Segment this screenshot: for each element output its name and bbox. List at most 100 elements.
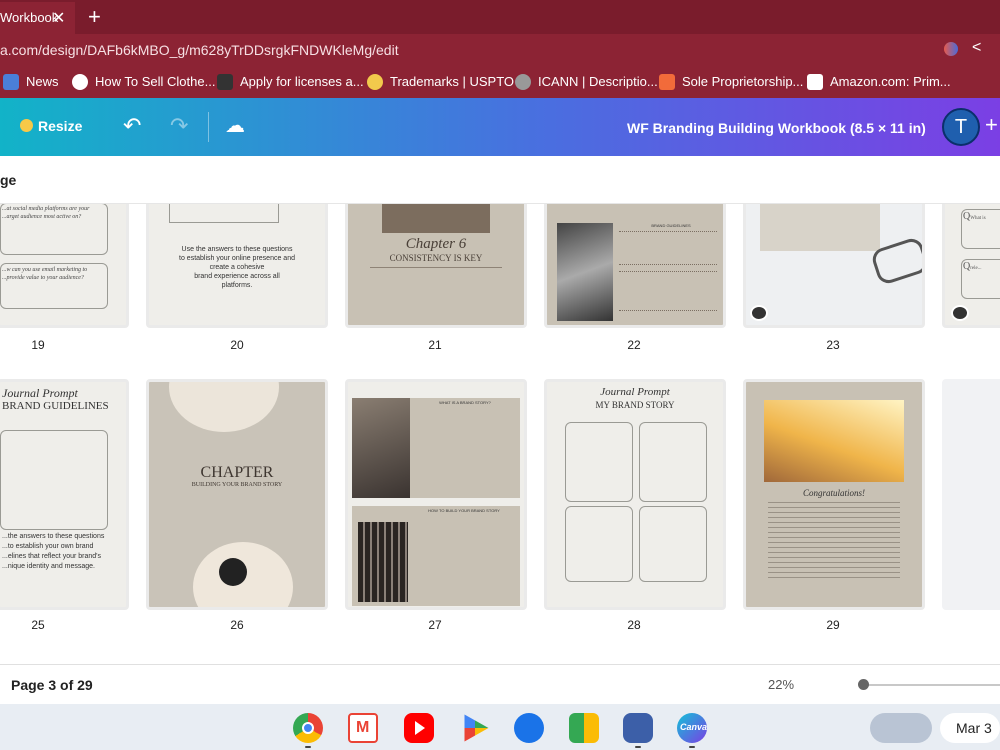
bookmark-icann[interactable]: ICANN | Descriptio...: [538, 74, 658, 89]
page-thumbnail-28[interactable]: Journal Prompt MY BRAND STORY: [544, 379, 726, 610]
redo-icon[interactable]: ↷: [170, 113, 188, 139]
close-tab-icon[interactable]: ✕: [52, 8, 65, 28]
page-number: 23: [826, 338, 840, 352]
bookmark-favicon-icon: [72, 74, 88, 90]
page-text: What is: [970, 216, 986, 221]
page-thumbnail-26[interactable]: CHAPTER BUILDING YOUR BRAND STORY: [146, 379, 328, 610]
bookmark-favicon-icon: [217, 74, 233, 90]
zoom-level[interactable]: 22%: [768, 677, 794, 692]
journal-title: Journal Prompt: [600, 386, 670, 398]
bookmark-licenses[interactable]: Apply for licenses a...: [240, 74, 364, 89]
page-text: ...arget audience most active on?: [2, 214, 82, 220]
page-number: 28: [627, 618, 641, 632]
bookmark-favicon-icon: [659, 74, 675, 90]
page-thumbnail-23[interactable]: [743, 204, 925, 328]
page-number: 25: [31, 618, 45, 632]
share-icon[interactable]: <: [972, 39, 981, 57]
page-text: ...to establish your own brand: [2, 543, 94, 550]
os-shelf: M Canva Mar 3: [0, 704, 1000, 750]
page-indicator[interactable]: Page 3 of 29: [11, 677, 93, 693]
page-header-label: ge: [0, 172, 17, 188]
bookmark-news[interactable]: News: [26, 74, 59, 89]
bookmarks-bar: News How To Sell Clothe... Apply for lic…: [0, 66, 1000, 98]
browser-tab-bar: Workbook ✕ +: [0, 0, 1000, 34]
bookmark-favicon-icon: [515, 74, 531, 90]
journal-subtitle: BRAND GUIDELINES: [2, 400, 109, 412]
browser-tab[interactable]: Workbook ✕: [0, 2, 75, 34]
play-store-icon[interactable]: [464, 714, 489, 742]
page-text: ...at social media platforms are your: [2, 206, 90, 212]
photos-icon[interactable]: [623, 713, 653, 743]
avatar[interactable]: T: [942, 108, 980, 146]
resize-button[interactable]: Resize: [20, 118, 82, 134]
comment-icon[interactable]: [951, 305, 969, 321]
page-text: Use the answers to these questions: [181, 246, 293, 253]
page-thumbnail-27[interactable]: WHAT IS A BRAND STORY? HOW TO BUILD YOUR…: [345, 379, 527, 610]
page-thumbnail-21[interactable]: Chapter 6 CONSISTENCY IS KEY: [345, 204, 527, 328]
page-thumbnail-19[interactable]: ...at social media platforms are your ..…: [0, 204, 129, 328]
page-text: create a cohesive: [209, 264, 265, 271]
page-number: 22: [627, 338, 641, 352]
editor-toolbar: Resize ↶ ↷ ☁ WF Branding Building Workbo…: [0, 98, 1000, 156]
chapter-subtitle: CONSISTENCY IS KEY: [389, 253, 483, 263]
holding-space-tray[interactable]: [870, 713, 932, 743]
url-text[interactable]: a.com/design/DAFb6kMBO_g/m628yTrDDsrgkFN…: [0, 42, 399, 58]
page-thumbnail-20[interactable]: Use the answers to these questions to es…: [146, 204, 328, 328]
journal-title: Journal Prompt: [2, 386, 78, 400]
page-text: brand experience across all: [194, 273, 280, 280]
extension-icon[interactable]: [944, 42, 958, 56]
zoom-slider-handle[interactable]: [858, 679, 869, 690]
bookmark-uspto[interactable]: Trademarks | USPTO: [390, 74, 514, 89]
zoom-slider[interactable]: [862, 684, 1000, 686]
page-header: ge: [0, 156, 1000, 204]
journal-subtitle: MY BRAND STORY: [595, 400, 675, 410]
page-text: ...provide value to your audience?: [2, 275, 84, 281]
page-text: ...nique identity and message.: [2, 563, 96, 570]
page-thumbnail-25[interactable]: Journal Prompt BRAND GUIDELINES ...the a…: [0, 379, 129, 610]
canva-icon[interactable]: Canva: [677, 713, 707, 743]
messages-icon[interactable]: [514, 713, 544, 743]
new-tab-icon[interactable]: +: [88, 4, 101, 30]
crown-icon: [20, 119, 33, 132]
youtube-icon[interactable]: [404, 713, 434, 743]
chrome-icon[interactable]: [293, 713, 323, 743]
chapter-title: CHAPTER: [200, 464, 274, 481]
page-heading: HOW TO BUILD YOUR BRAND STORY: [428, 508, 500, 513]
amazon-icon: [807, 74, 823, 90]
editor-footer: Page 3 of 29 22%: [0, 664, 1000, 704]
page-text: ...w can you use email marketing to: [2, 267, 88, 273]
chapter-subtitle: BUILDING YOUR BRAND STORY: [191, 482, 283, 488]
bookmark-sole-proprietorship[interactable]: Sole Proprietorship...: [682, 74, 803, 89]
page-number: 21: [428, 338, 442, 352]
page-thumbnail-22[interactable]: BRAND GUIDELINES: [544, 204, 726, 328]
add-collaborator-icon[interactable]: +: [985, 112, 998, 138]
date-display[interactable]: Mar 3: [940, 713, 1000, 743]
active-indicator: [635, 746, 641, 748]
add-page-placeholder[interactable]: [942, 379, 1000, 610]
resize-label: Resize: [38, 118, 83, 134]
page-text: to establish your online presence and: [179, 255, 295, 262]
gmail-icon[interactable]: M: [348, 713, 378, 743]
active-indicator: [689, 746, 695, 748]
page-heading: Congratulations!: [802, 488, 865, 498]
page-text: ...elines that reflect your brand's: [2, 553, 101, 560]
bookmark-sell-clothes[interactable]: How To Sell Clothe...: [95, 74, 215, 89]
toolbar-divider: [208, 112, 209, 142]
page-text: ...the answers to these questions: [2, 533, 105, 540]
document-title[interactable]: WF Branding Building Workbook (8.5 × 11 …: [627, 120, 926, 136]
page-heading: WHAT IS A BRAND STORY?: [439, 400, 491, 405]
page-thumbnail-24[interactable]: QWhat is Qrele...: [942, 204, 1000, 328]
undo-icon[interactable]: ↶: [123, 113, 141, 139]
active-indicator: [305, 746, 311, 748]
bookmark-amazon[interactable]: Amazon.com: Prim...: [830, 74, 951, 89]
page-grid: ...at social media platforms are your ..…: [0, 204, 1000, 664]
page-number: 27: [428, 618, 442, 632]
page-text: rele...: [970, 266, 982, 271]
page-thumbnail-29[interactable]: Congratulations!: [743, 379, 925, 610]
page-number: 26: [230, 618, 244, 632]
page-number: 20: [230, 338, 244, 352]
meet-icon[interactable]: [569, 713, 599, 743]
cloud-saved-icon[interactable]: ☁: [225, 113, 245, 138]
address-bar[interactable]: a.com/design/DAFb6kMBO_g/m628yTrDDsrgkFN…: [0, 34, 1000, 66]
comment-icon[interactable]: [750, 305, 768, 321]
